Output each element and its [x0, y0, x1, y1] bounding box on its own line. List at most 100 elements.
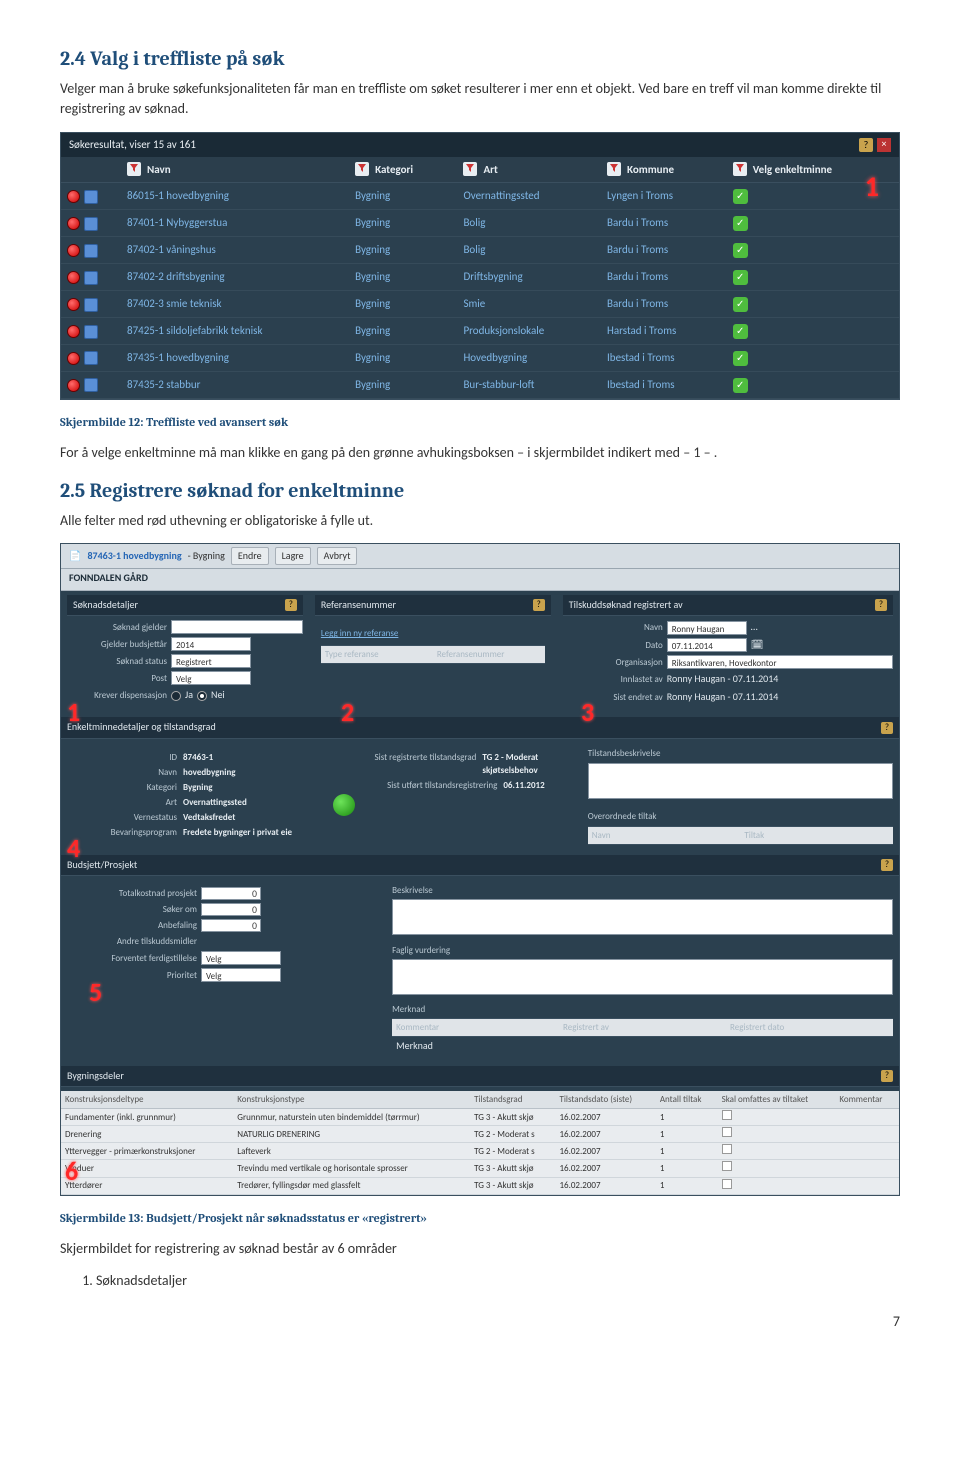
soknad-gjelder-label: Søknad gjelder [67, 621, 167, 634]
radio-nei[interactable] [197, 691, 207, 701]
cell-kategori: Bygning [349, 237, 457, 264]
filter-icon[interactable] [463, 162, 477, 176]
ferdigstillelse-select[interactable]: Velg [201, 951, 281, 965]
checkbox[interactable] [722, 1127, 732, 1137]
table-row[interactable]: 87425-1 sildoljefabrikk tekniskBygningPr… [61, 318, 899, 345]
cell-art: Driftsbygning [457, 264, 601, 291]
filter-icon[interactable] [607, 162, 621, 176]
table-row[interactable]: 87401-1 NybyggerstuaBygningBoligBardu i … [61, 210, 899, 237]
sokerom-input[interactable] [201, 903, 261, 916]
help-icon[interactable]: ? [881, 722, 893, 734]
table-row[interactable]: YtterdørerTredører, fyllingsdør med glas… [61, 1177, 899, 1194]
title-type: - Bygning [188, 549, 225, 564]
help-icon[interactable]: ? [285, 599, 297, 611]
close-icon[interactable]: × [877, 138, 891, 152]
status-dot-icon [67, 325, 80, 338]
cell-kommune: Ibestad i Troms [601, 372, 727, 399]
tilstandsbeskrivelse-textarea[interactable] [588, 763, 893, 799]
help-icon[interactable]: ? [875, 599, 887, 611]
select-check[interactable]: ✓ [733, 270, 748, 285]
select-check[interactable]: ✓ [733, 378, 748, 393]
status-select[interactable]: Registrert [171, 654, 251, 668]
date-input[interactable]: 07.11.2014 [667, 638, 747, 652]
org-select[interactable]: Riksantikvaren, Hovedkontor [667, 655, 893, 669]
help-icon[interactable]: ? [533, 599, 545, 611]
cell-art: Produksjonslokale [457, 318, 601, 345]
select-check[interactable]: ✓ [733, 297, 748, 312]
filter-icon[interactable] [127, 162, 141, 176]
list-item-1: Søknadsdetaljer [96, 1271, 900, 1291]
sec1-head: Søknadsdetaljer [73, 598, 138, 613]
annotation-6: 6 [65, 1153, 78, 1191]
checkbox[interactable] [722, 1179, 732, 1189]
table-row[interactable]: 87402-1 våningshusBygningBoligBardu i Tr… [61, 237, 899, 264]
title-link[interactable]: 87463-1 hovedbygning [87, 549, 181, 564]
faglig-vurdering-textarea[interactable] [392, 959, 893, 995]
col-velg: Velg enkeltminne [753, 163, 832, 176]
radio-ja[interactable] [171, 691, 181, 701]
table-row[interactable]: 87402-3 smie tekniskBygningSmieBardu i T… [61, 291, 899, 318]
cell-navn: 87425-1 sildoljefabrikk teknisk [121, 318, 349, 345]
sec6-head: Bygningsdeler [67, 1069, 124, 1084]
post-select[interactable]: Velg [171, 671, 251, 685]
end-para: Skjermbildet for registrering av søknad … [60, 1239, 900, 1259]
help-icon[interactable]: ? [881, 1070, 893, 1082]
bygningsdeler-table: KonstruksjonsdeltypeKonstruksjonstypeTil… [61, 1091, 899, 1194]
table-row[interactable]: 87402-2 driftsbygningBygningDriftsbygnin… [61, 264, 899, 291]
help-icon[interactable]: ? [859, 138, 873, 152]
h2-2-5: 2.5 Registrere søknad for enkeltminne [60, 476, 900, 505]
checkbox[interactable] [722, 1161, 732, 1171]
sec2-head: Referansenummer [321, 598, 396, 613]
select-check[interactable]: ✓ [733, 216, 748, 231]
select-check[interactable]: ✓ [733, 243, 748, 258]
sec4-head: Enkeltminnedetaljer og tilstandsgrad [67, 720, 216, 735]
cancel-button[interactable]: Avbryt [317, 547, 358, 566]
filter-icon[interactable] [355, 162, 369, 176]
tilstand-indicator [333, 794, 355, 816]
help-icon[interactable]: ? [881, 859, 893, 871]
cell-kategori: Bygning [349, 183, 457, 210]
totalkostnad-input[interactable] [201, 887, 261, 900]
annotation-1: 1 [865, 167, 879, 208]
registered-by-input[interactable]: Ronny Haugan [667, 621, 747, 635]
card-icon [84, 351, 98, 365]
calendar-icon[interactable]: 🗓 [751, 638, 764, 653]
table-row[interactable]: VinduerTrevindu med vertikale og horison… [61, 1160, 899, 1177]
filter-icon[interactable] [733, 162, 747, 176]
cell-kategori: Bygning [349, 318, 457, 345]
table-row[interactable]: 87435-1 hovedbygningBygningHovedbygningI… [61, 345, 899, 372]
beskrivelse-textarea[interactable] [392, 899, 893, 935]
anbefaling-input[interactable] [201, 919, 261, 932]
cell-navn: 87402-2 driftsbygning [121, 264, 349, 291]
col-kommune: Kommune [627, 163, 674, 176]
merknad-input[interactable]: Merknad [396, 1039, 433, 1052]
card-icon [84, 244, 98, 258]
checkbox[interactable] [722, 1110, 732, 1120]
table-row[interactable]: Yttervegger - primærkonstruksjonerLaftev… [61, 1143, 899, 1160]
table-row[interactable]: 87435-2 stabburBygningBur-stabbur-loftIb… [61, 372, 899, 399]
cell-art: Bur-stabbur-loft [457, 372, 601, 399]
cell-kategori: Bygning [349, 264, 457, 291]
sec3-head: Tilskuddsøknad registrert av [569, 598, 683, 613]
edit-button[interactable]: Endre [231, 547, 269, 566]
lookup-button[interactable]: … [751, 620, 758, 635]
add-reference-link[interactable]: Legg inn ny referanse [321, 628, 399, 639]
prioritet-select[interactable]: Velg [201, 968, 281, 982]
instruction-para: For å velge enkeltminne må man klikke en… [60, 443, 900, 463]
table-row[interactable]: Fundamenter (inkl. grunnmur)Grunnmur, na… [61, 1109, 899, 1126]
select-check[interactable]: ✓ [733, 324, 748, 339]
budsjettaar-select[interactable]: 2014 [171, 637, 251, 651]
cell-kommune: Harstad i Troms [601, 318, 727, 345]
status-dot-icon [67, 379, 80, 392]
search-result-panel: Søkeresultat, viser 15 av 161 ? × Navn K… [60, 132, 900, 400]
checkbox[interactable] [722, 1144, 732, 1154]
subtitle: FONNDALEN GÅRD [61, 569, 899, 591]
save-button[interactable]: Lagre [275, 547, 311, 566]
table-row[interactable]: 86015-1 hovedbygningBygningOvernattingss… [61, 183, 899, 210]
select-check[interactable]: ✓ [733, 189, 748, 204]
select-check[interactable]: ✓ [733, 351, 748, 366]
table-row[interactable]: DreneringNATURLIG DRENERINGTG 2 - Modera… [61, 1126, 899, 1143]
soknad-gjelder-input[interactable] [171, 620, 303, 634]
cell-navn: 86015-1 hovedbygning [121, 183, 349, 210]
h2-2-4: 2.4 Valg i treffliste på søk [60, 44, 900, 73]
